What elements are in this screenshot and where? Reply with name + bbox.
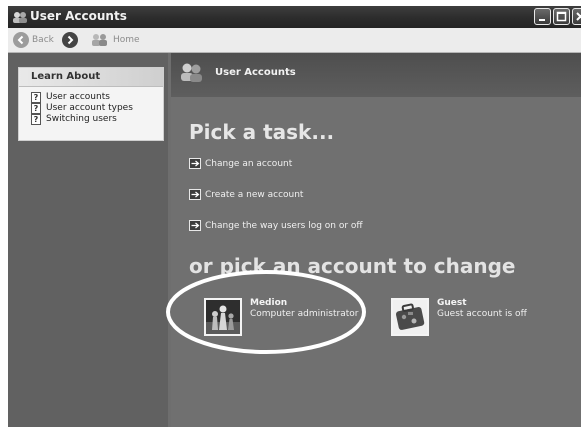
arrow-right-icon bbox=[189, 189, 201, 200]
forward-button[interactable] bbox=[62, 31, 78, 49]
suitcase-icon bbox=[391, 298, 429, 336]
back-arrow-icon bbox=[13, 32, 29, 48]
home-users-icon bbox=[92, 34, 107, 46]
task-create-account[interactable]: Create a new account bbox=[189, 189, 303, 200]
chess-pieces-icon bbox=[204, 298, 242, 336]
task-label: Create a new account bbox=[205, 189, 304, 200]
user-accounts-header-icon bbox=[181, 63, 202, 82]
account-description: Guest account is off bbox=[437, 309, 527, 319]
content-header-title: User Accounts bbox=[215, 67, 296, 78]
pick-task-heading: Pick a task... bbox=[189, 120, 335, 144]
maximize-button[interactable] bbox=[553, 8, 570, 25]
user-accounts-app-icon bbox=[13, 12, 27, 23]
account-description: Computer administrator bbox=[250, 309, 359, 319]
forward-arrow-icon bbox=[62, 32, 78, 48]
account-tile-medion[interactable]: Medion Computer administrator bbox=[204, 298, 358, 336]
arrow-right-icon bbox=[189, 220, 201, 231]
account-tile-guest[interactable]: Guest Guest account is off bbox=[391, 298, 527, 336]
account-name: Guest bbox=[437, 298, 467, 308]
minimize-button[interactable] bbox=[534, 8, 551, 25]
main-content: User Accounts Pick a task... Change an a… bbox=[171, 53, 581, 427]
close-button[interactable] bbox=[572, 8, 581, 25]
help-icon: ? bbox=[31, 113, 41, 125]
arrow-right-icon bbox=[189, 158, 201, 169]
minimize-icon bbox=[539, 19, 545, 21]
learn-about-header: Learn About bbox=[19, 68, 163, 87]
user-accounts-window: User Accounts Back Home Learn About ? Us… bbox=[8, 6, 581, 427]
learn-about-panel: Learn About ? User accounts ? User accou… bbox=[18, 67, 164, 141]
task-change-logon[interactable]: Change the way users log on or off bbox=[189, 220, 363, 231]
home-label: Home bbox=[113, 35, 140, 45]
task-change-account[interactable]: Change an account bbox=[189, 158, 292, 169]
content-header: User Accounts bbox=[171, 53, 581, 97]
title-bar[interactable]: User Accounts bbox=[8, 6, 581, 28]
home-button[interactable]: Home bbox=[90, 31, 140, 49]
learn-item-switching-users[interactable]: ? Switching users bbox=[19, 111, 163, 127]
task-label: Change an account bbox=[205, 158, 293, 169]
navigation-toolbar: Back Home bbox=[8, 28, 581, 53]
maximize-icon bbox=[556, 11, 567, 22]
account-name: Medion bbox=[250, 298, 288, 308]
window-title: User Accounts bbox=[30, 9, 127, 23]
back-button[interactable]: Back bbox=[13, 31, 54, 49]
learn-item-label: Switching users bbox=[46, 114, 117, 124]
pick-account-heading: or pick an account to change bbox=[189, 254, 516, 278]
close-icon bbox=[576, 12, 581, 21]
back-label: Back bbox=[32, 35, 54, 45]
task-label: Change the way users log on or off bbox=[205, 220, 363, 231]
sidebar: Learn About ? User accounts ? User accou… bbox=[8, 53, 168, 427]
